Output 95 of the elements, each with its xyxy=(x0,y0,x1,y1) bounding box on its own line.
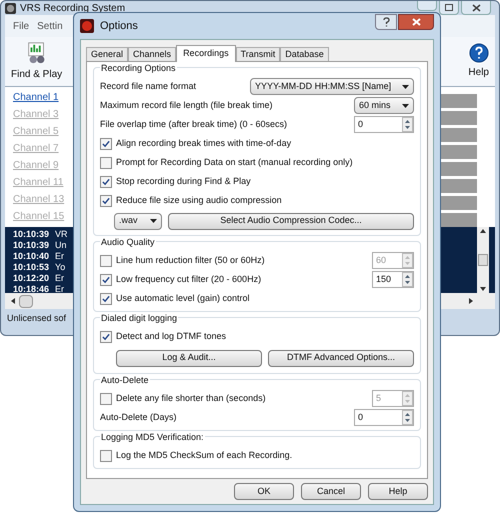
down-arrow-icon xyxy=(480,287,486,291)
button[interactable]: Help xyxy=(368,483,428,500)
channel-bar xyxy=(439,94,477,108)
group-title: Audio Quality xyxy=(100,236,156,248)
close-icon xyxy=(412,18,420,26)
tab[interactable]: Database xyxy=(280,47,329,61)
close-icon xyxy=(472,4,480,12)
checkbox-label: Low frequency cut filter (20 - 600Hz) xyxy=(116,272,262,286)
field-label: Auto-Delete (Days) xyxy=(100,410,177,424)
spin-field[interactable]: 0 xyxy=(354,116,414,133)
dropdown[interactable]: .wav xyxy=(114,212,162,230)
log-time: 10:10:53 xyxy=(13,262,50,273)
button[interactable]: DTMF Advanced Options... xyxy=(268,350,414,366)
button[interactable]: Select Audio Compression Codec... xyxy=(168,212,414,230)
channel-bar xyxy=(439,162,477,176)
tab[interactable]: General xyxy=(86,47,128,61)
spin-field[interactable]: 150 xyxy=(372,271,414,288)
checkbox[interactable] xyxy=(100,292,112,304)
app-icon xyxy=(80,19,94,33)
group-title: Dialed digit logging xyxy=(100,312,178,324)
right-arrow-icon[interactable] xyxy=(469,298,473,304)
tab[interactable]: Recordings xyxy=(176,45,236,62)
checkbox-label: Delete any file shorter than (seconds) xyxy=(116,392,266,405)
help-icon xyxy=(468,43,489,63)
group-title: Recording Options xyxy=(100,62,177,74)
window-title: VRS Recording System xyxy=(20,2,126,14)
group-title: Auto-Delete xyxy=(100,374,150,386)
log-time: 10:18:46 xyxy=(13,284,50,295)
scroll-thumb[interactable] xyxy=(19,294,33,308)
checkbox[interactable] xyxy=(100,138,112,150)
checkbox-label: Align recording break times with time-of-day xyxy=(116,136,292,150)
tab[interactable]: Transmit xyxy=(236,47,280,61)
left-arrow-icon[interactable] xyxy=(11,298,15,304)
channel-bar xyxy=(439,196,477,210)
log-message: Er xyxy=(55,251,64,262)
maximize-button[interactable] xyxy=(439,1,459,15)
close-button[interactable] xyxy=(461,1,491,15)
checkbox-label: Prompt for Recording Data on start (manual recording only) xyxy=(116,156,353,169)
checkbox-label: Detect and log DTMF tones xyxy=(116,330,226,343)
close-button[interactable] xyxy=(398,14,434,30)
log-time: 10:12:20 xyxy=(13,273,50,284)
checkbox-label: Line hum reduction filter (50 or 60Hz) xyxy=(116,254,265,267)
log-time: 10:10:40 xyxy=(13,251,50,262)
log-message: Er xyxy=(55,284,64,295)
button[interactable]: Log & Audit... xyxy=(116,350,262,366)
scroll-thumb[interactable] xyxy=(478,254,488,266)
maximize-icon xyxy=(445,4,453,11)
channel-bar xyxy=(439,111,477,125)
field-label: File overlap time (after break time) (0 - 60secs) xyxy=(100,118,288,131)
checkbox-label: Stop recording during Find & Play xyxy=(116,174,251,188)
help-button[interactable] xyxy=(375,14,397,30)
tab[interactable]: Channels xyxy=(128,47,176,61)
dropdown[interactable]: YYYY-MM-DD HH:MM:SS [Name] xyxy=(250,78,414,95)
toolbar-button[interactable]: Help xyxy=(468,43,489,80)
checkbox-label: Use automatic level (gain) control xyxy=(116,292,250,305)
dialog-title: Options xyxy=(100,18,138,34)
up-arrow-icon xyxy=(480,229,486,233)
checkbox[interactable] xyxy=(100,156,112,168)
button[interactable]: Cancel xyxy=(301,483,361,500)
group-title: Logging MD5 Verification: xyxy=(100,431,205,443)
log-message: Un xyxy=(55,240,67,251)
checkbox[interactable] xyxy=(100,274,112,286)
field-label: Maximum record file length (file break time) xyxy=(100,98,273,112)
caret-icon xyxy=(402,104,409,108)
toolbar-button[interactable]: Find & Play xyxy=(11,41,62,82)
log-message: Er xyxy=(55,273,64,284)
spinner-arrows-icon[interactable] xyxy=(402,117,413,132)
checkbox[interactable] xyxy=(100,194,112,206)
vertical-scrollbar[interactable] xyxy=(477,227,489,293)
checkbox-label: Log the MD5 CheckSum of each Recording. xyxy=(116,448,292,462)
channel-link[interactable]: Channel 1 xyxy=(13,91,59,105)
menu-item[interactable]: File xyxy=(13,18,30,34)
checkbox[interactable] xyxy=(100,450,112,462)
button[interactable]: OK xyxy=(234,483,294,500)
channel-bar xyxy=(439,128,477,142)
checkbox-label: Reduce file size using audio compression xyxy=(116,194,282,207)
checkbox[interactable] xyxy=(100,176,112,188)
log-message: Yo xyxy=(55,262,66,273)
log-time: 10:10:39 xyxy=(13,229,50,240)
field-label: Record file name format xyxy=(100,80,196,93)
log-message: VR xyxy=(55,229,68,240)
dropdown[interactable]: 60 mins xyxy=(354,97,414,114)
log-time: 10:10:39 xyxy=(13,240,50,251)
checkbox[interactable] xyxy=(100,330,112,342)
caret-icon xyxy=(150,219,157,223)
menu-item[interactable]: Settin xyxy=(37,18,63,34)
spinner-arrows-icon[interactable] xyxy=(402,272,413,287)
app-icon xyxy=(5,2,16,14)
spin-field[interactable]: 0 xyxy=(354,409,414,426)
channel-bar xyxy=(439,213,477,227)
channel-bar xyxy=(439,179,477,193)
status-text: Unlicensed sof xyxy=(7,312,66,326)
spinner-arrows-icon[interactable] xyxy=(402,410,413,425)
question-icon xyxy=(382,17,390,27)
channel-bar xyxy=(439,145,477,159)
